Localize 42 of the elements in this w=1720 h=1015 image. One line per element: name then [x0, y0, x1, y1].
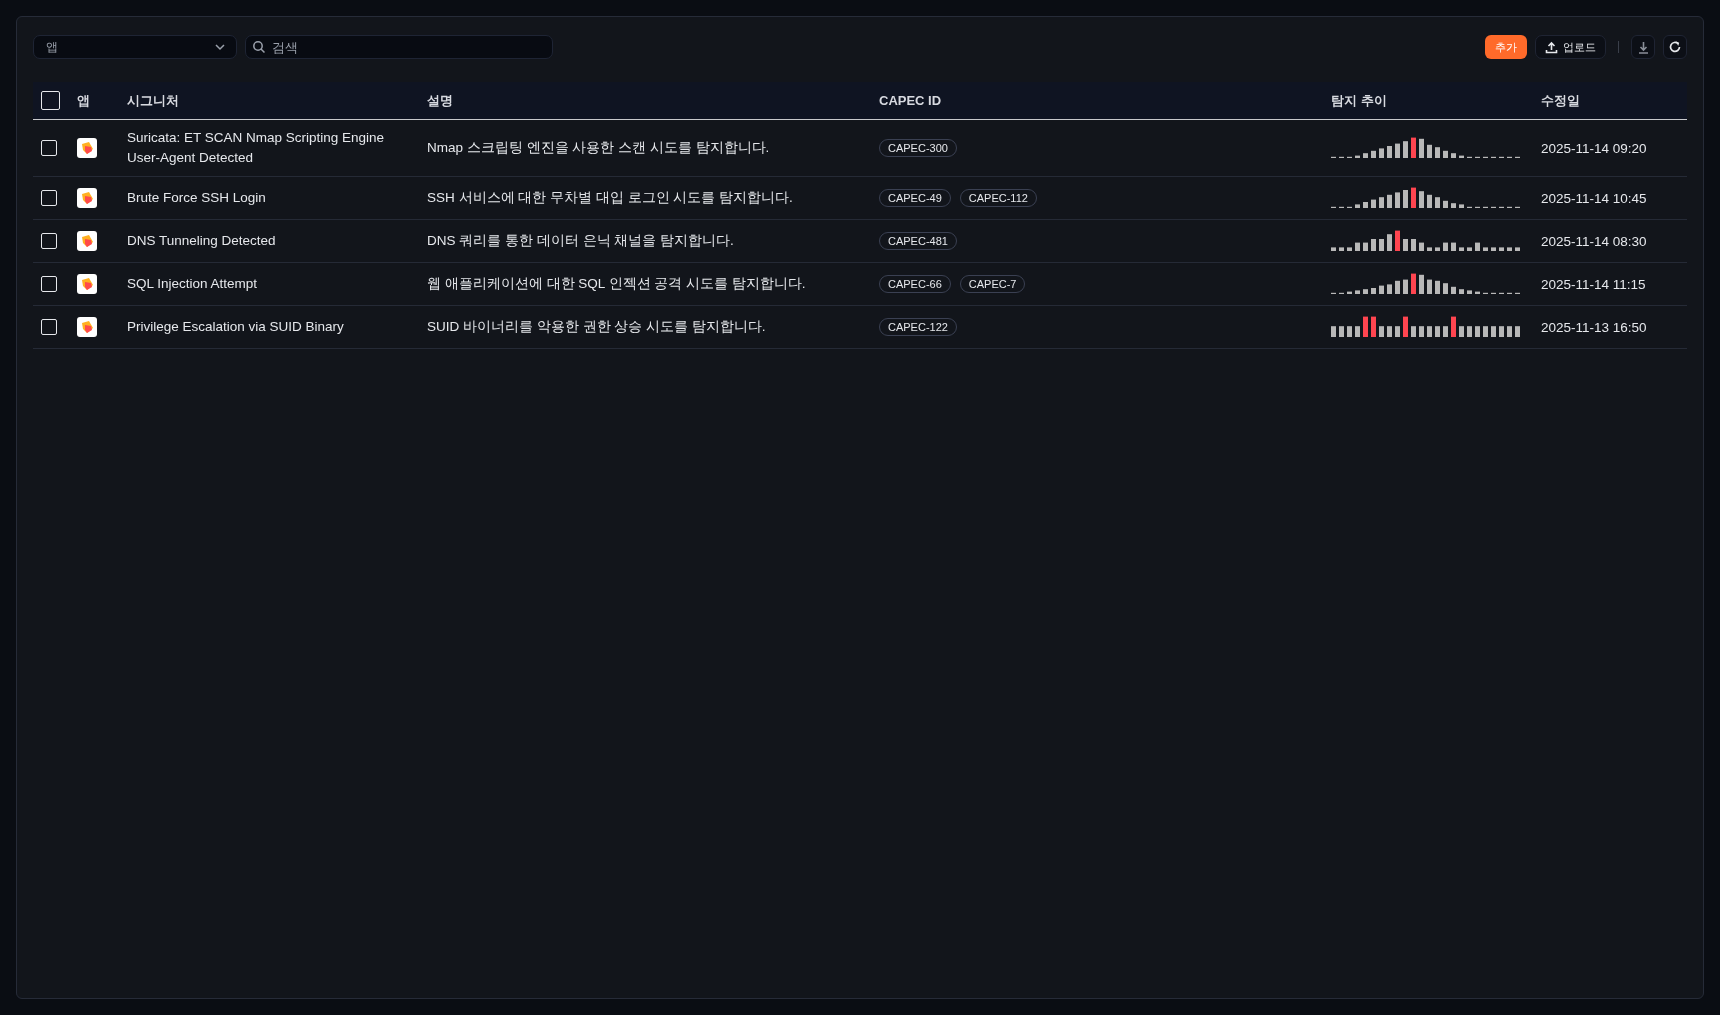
column-header: CAPEC ID [879, 93, 942, 108]
modified-date: 2025-11-13 16:50 [1541, 319, 1647, 335]
column-header: 설명 [427, 92, 453, 108]
download-icon [1636, 40, 1650, 54]
modified-date: 2025-11-14 10:45 [1541, 190, 1647, 206]
download-button[interactable] [1631, 35, 1655, 59]
app-logo-icon [77, 138, 97, 158]
description-text: DNS 쿼리를 통한 데이터 은닉 채널을 탐지합니다. [427, 233, 734, 248]
refresh-button[interactable] [1663, 35, 1687, 59]
description-text: SUID 바이너리를 악용한 권한 상승 시도를 탐지합니다. [427, 319, 766, 334]
column-header: 수정일 [1541, 92, 1580, 108]
row-checkbox[interactable] [41, 233, 57, 250]
row-checkbox[interactable] [41, 140, 57, 157]
search-icon [252, 40, 266, 54]
select-all-checkbox[interactable] [41, 91, 60, 110]
app-logo-icon [77, 188, 97, 208]
description-text: SSH 서비스에 대한 무차별 대입 로그인 시도를 탐지합니다. [427, 190, 793, 205]
upload-button[interactable]: 업로드 [1535, 35, 1606, 59]
app-logo-icon [77, 317, 97, 337]
chevron-down-icon [214, 41, 226, 53]
row-checkbox[interactable] [41, 276, 57, 293]
description-text: Nmap 스크립팅 엔진을 사용한 스캔 시도를 탐지합니다. [427, 140, 770, 155]
modified-date: 2025-11-14 08:30 [1541, 233, 1647, 249]
column-header: 앱 [77, 92, 90, 108]
signature-name: SQL Injection Attempt [127, 275, 258, 293]
modified-date: 2025-11-14 09:20 [1541, 140, 1647, 156]
signature-name: Privilege Escalation via SUID Binary [127, 318, 344, 336]
app-logo-icon [77, 231, 97, 251]
modified-date: 2025-11-14 11:15 [1541, 276, 1646, 292]
row-checkbox[interactable] [41, 319, 57, 336]
app-logo-icon [77, 274, 97, 294]
signature-name: Brute Force SSH Login [127, 189, 266, 207]
description-text: 웹 애플리케이션에 대한 SQL 인젝션 공격 시도를 탐지합니다. [427, 276, 806, 291]
column-header: 탐지 추이 [1331, 92, 1387, 108]
upload-icon [1545, 40, 1558, 54]
signature-name: DNS Tunneling Detected [127, 232, 276, 250]
row-checkbox[interactable] [41, 190, 57, 207]
search-field[interactable]: 검색 [245, 35, 553, 59]
app-filter-dropdown[interactable]: 앱 [33, 35, 237, 59]
column-header: 시그니처 [127, 91, 179, 110]
signature-name: Suricata: ET SCAN Nmap Scripting Engine User-Agent Detected [127, 129, 386, 167]
refresh-icon [1668, 40, 1682, 54]
